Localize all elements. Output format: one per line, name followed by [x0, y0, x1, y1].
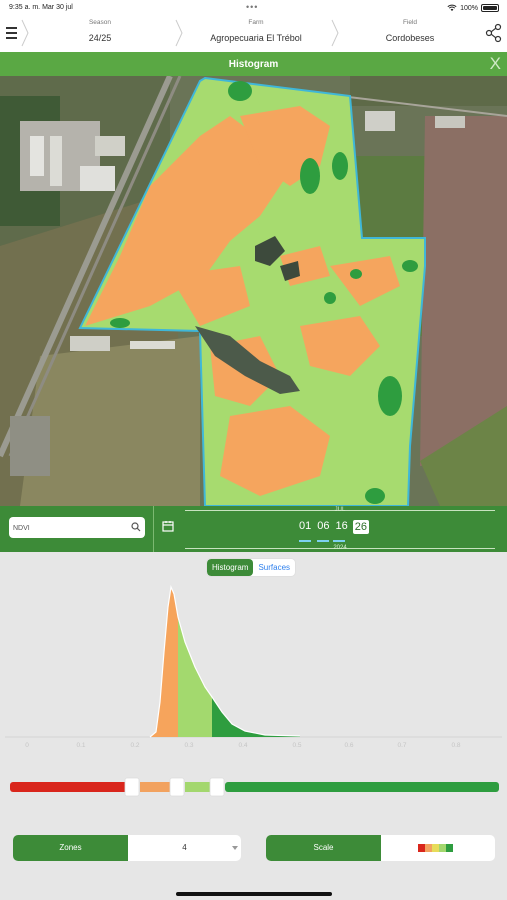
divider	[153, 506, 154, 552]
histogram-area-dark-green	[212, 697, 300, 737]
chevron-down-icon	[232, 846, 238, 850]
swatch-dark-green	[446, 844, 453, 852]
zones-selector[interactable]: Zones 4	[13, 835, 241, 861]
zones-value: 4	[182, 843, 187, 852]
swatch-light-green	[439, 844, 446, 852]
tab-surfaces[interactable]: Surfaces	[253, 559, 295, 576]
day-option[interactable]: 01	[298, 520, 312, 534]
field-selector[interactable]: Field Cordobeses	[340, 16, 480, 52]
chevron-right-icon	[21, 19, 29, 47]
season-label: Season	[88, 19, 112, 26]
field-value: Cordobeses	[385, 33, 435, 43]
home-indicator[interactable]	[176, 892, 332, 896]
search-icon[interactable]	[131, 522, 141, 532]
x-tick: 0	[25, 742, 29, 749]
x-tick: 0.7	[397, 742, 406, 749]
x-tick: 0.2	[130, 742, 139, 749]
threshold-scale-bar	[10, 777, 499, 797]
season-selector[interactable]: Season 24/25	[30, 16, 170, 52]
scale-swatches-icon	[418, 844, 453, 852]
scale-label: Scale	[266, 835, 381, 861]
day-indicators	[299, 540, 345, 542]
day-option[interactable]: 16	[335, 520, 349, 534]
threshold-handle[interactable]	[124, 777, 140, 797]
calendar-icon[interactable]	[162, 520, 174, 532]
close-icon[interactable]: X	[490, 55, 501, 72]
satellite-map[interactable]	[0, 76, 507, 506]
battery-icon	[481, 4, 499, 12]
histogram-panel: Histogram Surfaces 0 0.1 0.2 0.3 0.4 0.5…	[0, 552, 507, 900]
scale-selector[interactable]: Scale	[266, 835, 495, 861]
scale-segment-dark-green	[225, 782, 499, 792]
x-tick: 0.4	[238, 742, 247, 749]
view-tabs: Histogram Surfaces	[206, 558, 297, 577]
status-time-date: 9:35 a. m. Mar 30 jul	[9, 4, 73, 11]
day-selector: 01 06 16 26	[298, 520, 369, 534]
hamburger-icon[interactable]	[4, 24, 20, 42]
index-date-controls: JUL 01 06 16 26 2024	[0, 506, 507, 552]
status-bar: 9:35 a. m. Mar 30 jul ••• 100%	[0, 0, 507, 16]
swatch-red	[418, 844, 425, 852]
status-right: 100%	[447, 4, 499, 12]
x-tick: 0.6	[344, 742, 353, 749]
histogram-area-orange	[150, 587, 178, 737]
histogram-chart: 0 0.1 0.2 0.3 0.4 0.5 0.6 0.7 0.8	[5, 584, 502, 749]
farm-label: Farm	[248, 19, 264, 26]
scale-segment-light-green	[185, 782, 211, 792]
month-label: JUL	[334, 507, 346, 513]
day-option-selected[interactable]: 26	[352, 520, 369, 534]
index-search-input[interactable]	[13, 518, 123, 539]
ndvi-map-image	[0, 76, 507, 506]
histogram-title-bar: Histogram X	[0, 52, 507, 76]
field-label: Field	[402, 19, 418, 26]
page-title: Histogram	[228, 59, 279, 70]
wifi-icon	[447, 4, 457, 11]
share-icon[interactable]	[485, 22, 503, 44]
chevron-right-icon	[331, 19, 339, 47]
swatch-yellow	[432, 844, 439, 852]
season-value: 24/25	[88, 33, 112, 43]
scale-segment-red	[10, 782, 132, 792]
multitask-dots[interactable]: •••	[246, 2, 258, 12]
farm-selector[interactable]: Farm Agropecuaria El Trébol	[184, 16, 328, 52]
x-tick: 0.5	[292, 742, 301, 749]
threshold-handle[interactable]	[209, 777, 225, 797]
scale-segment-orange	[140, 782, 170, 792]
x-tick: 0.8	[451, 742, 460, 749]
year-label: 2024	[333, 545, 347, 551]
chevron-right-icon	[175, 19, 183, 47]
tab-histogram[interactable]: Histogram	[207, 559, 254, 576]
app-header: Season 24/25 Farm Agropecuaria El Trébol…	[0, 16, 507, 52]
index-search[interactable]	[9, 517, 145, 539]
farm-value: Agropecuaria El Trébol	[210, 33, 302, 43]
threshold-handle[interactable]	[169, 777, 185, 797]
zones-label: Zones	[13, 835, 128, 861]
x-tick: 0.1	[76, 742, 85, 749]
x-tick: 0.3	[184, 742, 193, 749]
battery-percent: 100%	[460, 4, 478, 12]
day-option[interactable]: 06	[316, 520, 330, 534]
swatch-orange	[425, 844, 432, 852]
